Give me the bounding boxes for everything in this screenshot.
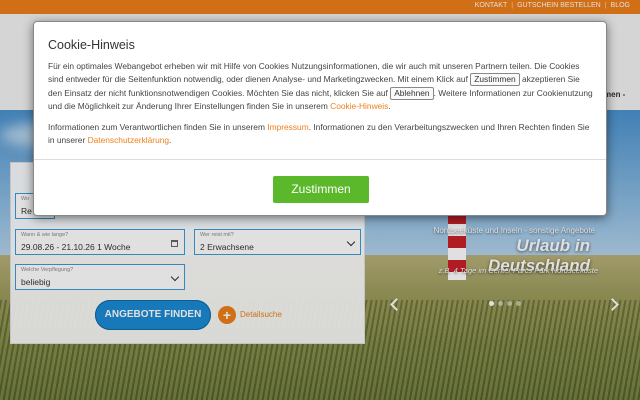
dialog-body: Für ein optimales Webangebot erheben wir… [48, 60, 594, 154]
inline-accept-button[interactable]: Zustimmen [470, 73, 520, 87]
cookie-notice-link[interactable]: Cookie-Hinweis [330, 101, 388, 111]
dialog-text: . [169, 135, 172, 146]
accept-button[interactable]: Zustimmen [273, 176, 369, 203]
dialog-text: . [388, 101, 391, 112]
dialog-text: Informationen zum Verantwortlichen finde… [48, 121, 265, 132]
cookie-dialog: Cookie-Hinweis Für ein optimales Webange… [33, 21, 607, 216]
inline-decline-button[interactable]: Ablehnen [390, 86, 434, 100]
impressum-link[interactable]: Impressum [267, 122, 308, 132]
dialog-paragraph: Informationen zum Verantwortlichen finde… [48, 121, 594, 148]
dialog-title: Cookie-Hinweis [48, 38, 135, 52]
dialog-paragraph: Für ein optimales Webangebot erheben wir… [48, 60, 594, 114]
privacy-policy-link[interactable]: Datenschutzerklärung [88, 135, 169, 145]
divider [34, 159, 606, 160]
